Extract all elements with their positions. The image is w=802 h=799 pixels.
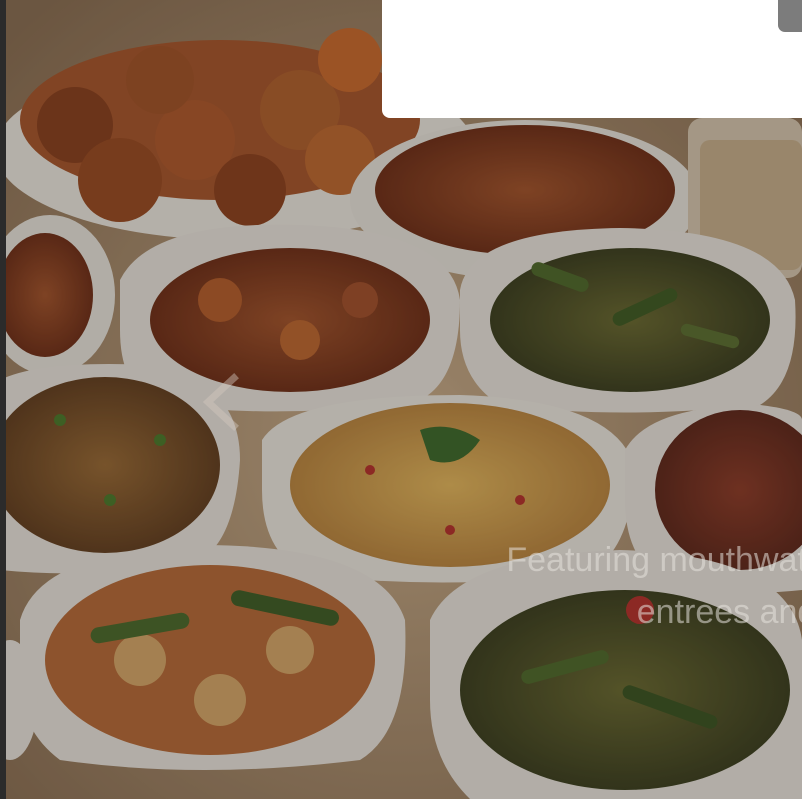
modal-corner-button[interactable]	[778, 0, 802, 32]
chevron-left-icon	[202, 373, 239, 431]
dim-overlay	[0, 0, 802, 799]
left-edge-bar	[0, 0, 6, 799]
carousel-caption: Featuring mouthwatering main entrees and…	[456, 534, 802, 654]
carousel: Featuring mouthwatering main entrees and…	[0, 0, 802, 799]
carousel-prev-button[interactable]	[196, 372, 250, 432]
caption-text: Featuring mouthwatering main entrees and…	[506, 541, 802, 631]
modal-panel	[382, 0, 802, 118]
